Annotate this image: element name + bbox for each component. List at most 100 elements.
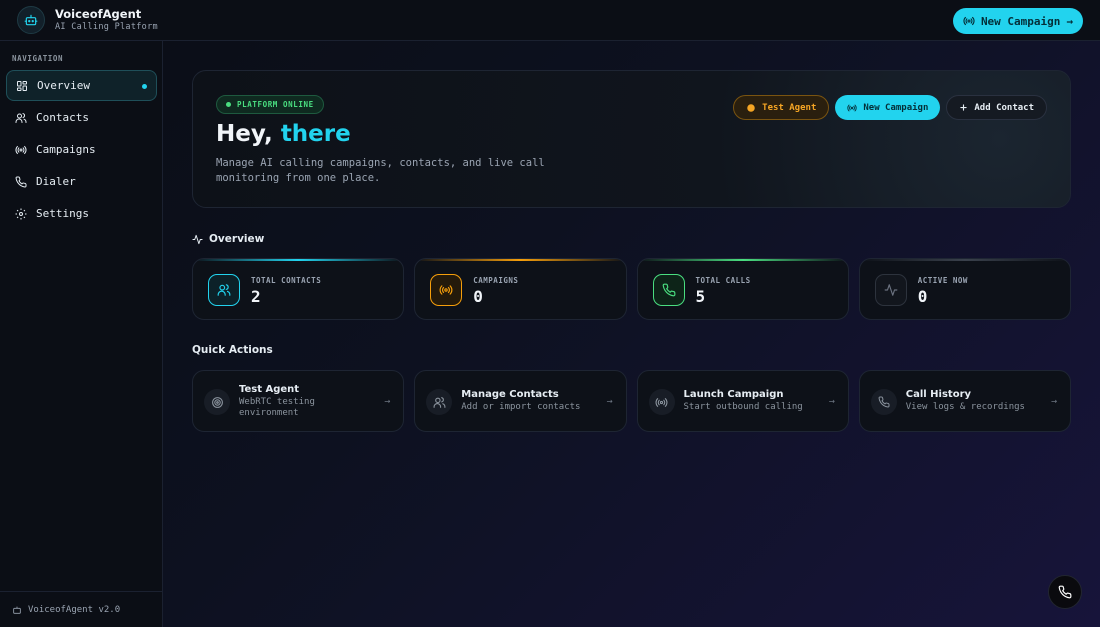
action-subtitle: WebRTC testing environment xyxy=(239,396,315,418)
top-bar: VoiceofAgent AI Calling Platform New Cam… xyxy=(0,0,1100,41)
action-subtitle: Start outbound calling xyxy=(683,402,803,412)
version-label: VoiceofAgent v2.0 xyxy=(28,604,121,615)
action-launch-campaign[interactable]: Launch Campaign Start outbound calling → xyxy=(636,370,849,432)
hero-new-campaign-button[interactable]: New Campaign xyxy=(835,95,941,120)
broadcast-icon xyxy=(15,143,29,157)
new-campaign-label: New Campaign xyxy=(863,102,929,113)
sidebar-item-label: Campaigns xyxy=(36,143,96,156)
user-name: there xyxy=(280,121,351,147)
users-icon xyxy=(15,111,29,125)
sidebar-item-contacts[interactable]: Contacts xyxy=(6,102,157,133)
page-title: Hey, there xyxy=(216,121,351,147)
activity-icon xyxy=(192,234,203,245)
arrow-right-icon: → xyxy=(1066,14,1074,28)
plus-icon xyxy=(959,103,968,112)
stat-card-campaigns: CAMPAIGNS 0 xyxy=(414,258,627,320)
overview-section-title: Overview xyxy=(192,233,264,245)
nav-list: Overview Contacts Campaigns Dialer Setti… xyxy=(6,70,157,230)
sidebar-item-label: Overview xyxy=(37,79,90,92)
broadcast-icon xyxy=(847,103,857,113)
stat-value: 0 xyxy=(473,287,483,306)
new-campaign-button[interactable]: New Campaign → xyxy=(953,8,1083,34)
sidebar-item-campaigns[interactable]: Campaigns xyxy=(6,134,157,165)
action-test-agent[interactable]: Test Agent WebRTC testing environment → xyxy=(192,370,405,432)
sidebar-item-label: Settings xyxy=(36,207,89,220)
brand-subtitle: AI Calling Platform xyxy=(55,21,158,32)
gear-icon xyxy=(15,207,29,221)
stat-value: 0 xyxy=(917,287,928,306)
brand: VoiceofAgent AI Calling Platform xyxy=(55,6,158,33)
broadcast-icon xyxy=(648,389,675,415)
action-subtitle: View logs & recordings xyxy=(905,402,1025,412)
target-icon xyxy=(204,389,230,415)
phone-icon xyxy=(652,274,685,306)
card-accent-line xyxy=(637,259,848,261)
action-subtitle: Add or import contacts xyxy=(461,402,581,412)
stat-value: 2 xyxy=(251,287,261,306)
new-campaign-label: New Campaign xyxy=(980,14,1061,28)
phone-icon xyxy=(870,389,897,415)
stat-card-total-calls: TOTAL CALLS 5 xyxy=(636,258,849,320)
sidebar-item-dialer[interactable]: Dialer xyxy=(6,166,157,197)
sidebar-footer: VoiceofAgent v2.0 xyxy=(0,591,162,627)
action-text: Test Agent WebRTC testing environment xyxy=(239,371,369,431)
stat-label: ACTIVE NOW xyxy=(917,276,968,285)
card-accent-line xyxy=(193,259,404,261)
action-manage-contacts[interactable]: Manage Contacts Add or import contacts → xyxy=(414,370,627,432)
bot-logo-icon xyxy=(17,6,45,34)
action-call-history[interactable]: Call History View logs & recordings → xyxy=(858,370,1071,432)
nav-heading: NAVIGATION xyxy=(12,54,64,63)
activity-icon xyxy=(874,274,907,306)
app-root: VoiceofAgent AI Calling Platform New Cam… xyxy=(0,0,1100,627)
brand-name: VoiceofAgent xyxy=(55,6,142,21)
add-contact-button[interactable]: Add Contact xyxy=(946,95,1047,120)
stats-row: TOTAL CONTACTS 2 CAMPAIGNS 0 TOTAL CALLS… xyxy=(192,258,1071,320)
card-accent-line xyxy=(415,259,626,261)
stat-label: CAMPAIGNS xyxy=(473,276,519,285)
users-icon xyxy=(426,389,453,415)
stat-card-active-now: ACTIVE NOW 0 xyxy=(858,258,1071,320)
sidebar-item-settings[interactable]: Settings xyxy=(6,198,157,229)
arrow-right-icon: → xyxy=(1050,396,1057,407)
action-text: Call History View logs & recordings xyxy=(906,371,1036,431)
sidebar-item-overview[interactable]: Overview xyxy=(6,70,157,101)
sidebar-item-label: Dialer xyxy=(36,175,76,188)
action-text: Launch Campaign Start outbound calling xyxy=(684,371,814,431)
test-agent-label: Test Agent xyxy=(762,102,817,113)
status-label: PLATFORM ONLINE xyxy=(237,100,314,109)
hero-panel: PLATFORM ONLINE Hey, there Manage AI cal… xyxy=(192,70,1071,208)
quick-actions-title: Quick Actions xyxy=(192,344,273,356)
stat-card-total-contacts: TOTAL CONTACTS 2 xyxy=(192,258,405,320)
action-title: Manage Contacts xyxy=(461,389,559,400)
broadcast-icon xyxy=(430,274,463,306)
target-icon xyxy=(746,103,756,113)
greeting: Hey, xyxy=(216,121,273,147)
arrow-right-icon: → xyxy=(606,396,613,407)
stat-label: TOTAL CONTACTS xyxy=(251,276,322,285)
status-dot-icon xyxy=(226,102,231,107)
hero-description: Manage AI calling campaigns, contacts, a… xyxy=(216,157,545,184)
hero-actions: Test Agent New Campaign Add Contact xyxy=(733,95,1047,120)
sidebar-item-label: Contacts xyxy=(36,111,89,124)
action-title: Call History xyxy=(905,389,972,400)
status-badge: PLATFORM ONLINE xyxy=(216,95,324,114)
phone-icon xyxy=(15,175,29,189)
floating-dialer-button[interactable] xyxy=(1048,575,1082,609)
arrow-right-icon: → xyxy=(384,396,391,407)
users-icon xyxy=(208,274,240,306)
card-accent-line xyxy=(859,259,1070,261)
broadcast-icon xyxy=(963,15,975,27)
phone-icon xyxy=(1058,585,1072,599)
action-title: Launch Campaign xyxy=(683,389,784,400)
overview-title: Overview xyxy=(209,233,265,245)
stat-label: TOTAL CALLS xyxy=(695,276,751,285)
arrow-right-icon: → xyxy=(828,396,835,407)
bot-icon xyxy=(12,605,22,615)
stat-value: 5 xyxy=(695,287,706,306)
quick-actions-row: Test Agent WebRTC testing environment → … xyxy=(192,370,1071,432)
grid-icon xyxy=(16,79,30,93)
sidebar: NAVIGATION Overview Contacts Campaigns D… xyxy=(0,41,163,627)
active-indicator xyxy=(142,84,147,89)
add-contact-label: Add Contact xyxy=(974,102,1034,113)
test-agent-button[interactable]: Test Agent xyxy=(733,95,830,120)
